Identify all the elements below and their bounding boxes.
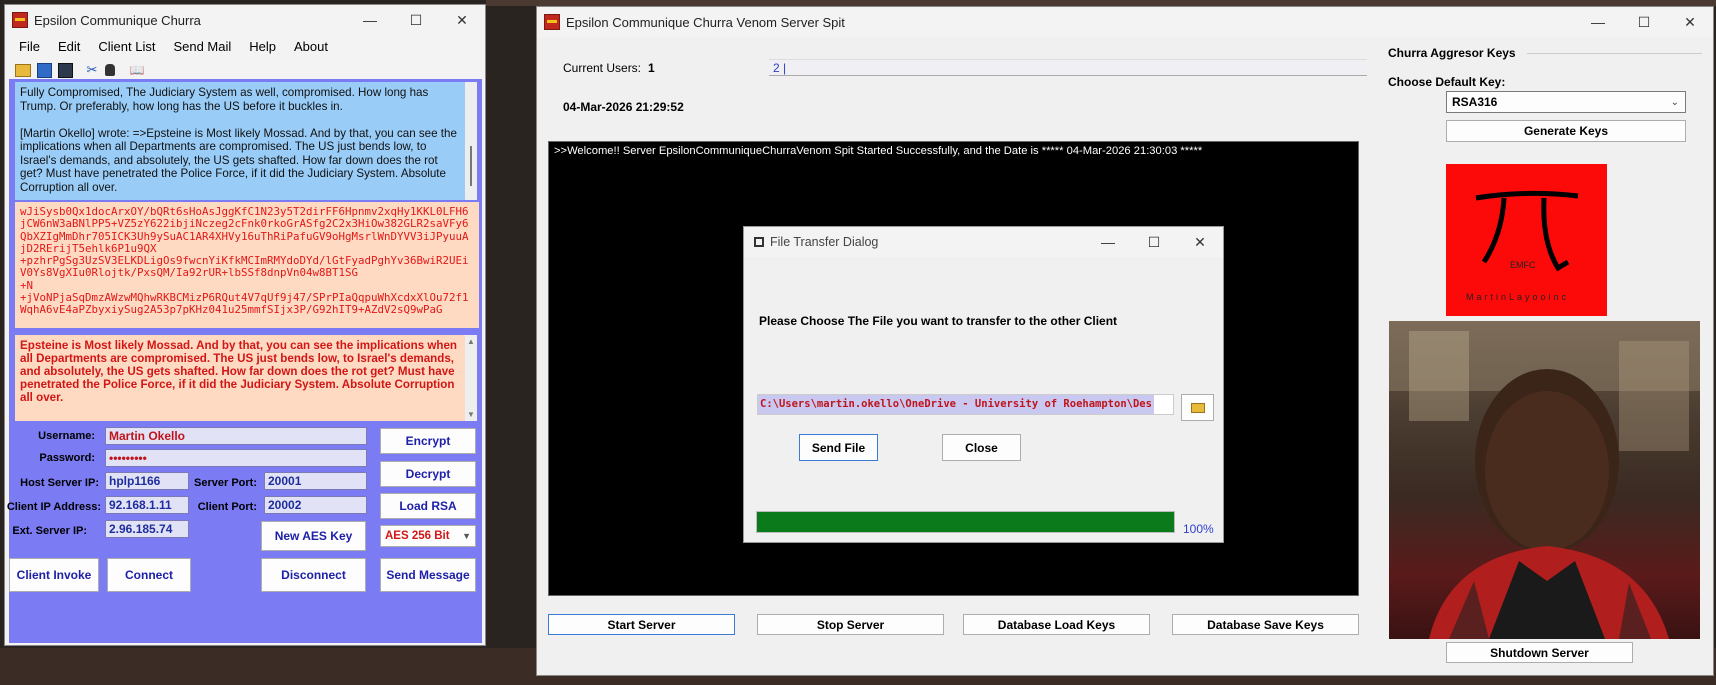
username-field[interactable]: Martin Okello [105,427,367,445]
client-invoke-button[interactable]: Client Invoke [9,558,99,592]
dialog-window-icon [754,237,764,247]
database-load-keys-button[interactable]: Database Load Keys [963,614,1150,635]
load-rsa-button[interactable]: Load RSA [380,493,476,519]
file-path-field[interactable]: C:\Users\martin.okello\OneDrive - Univer… [757,394,1174,415]
host-ip-field[interactable]: hplp1166 [105,472,189,490]
send-file-button[interactable]: Send File [799,434,878,461]
current-users-label: Current Users: [563,61,642,75]
client-ip-field[interactable]: 92.168.1.11 [105,496,189,514]
encrypt-button[interactable]: Encrypt [380,428,476,454]
chevron-down-icon: ▼ [462,531,471,541]
client-port-label: Client Port: [197,501,257,513]
minimize-icon[interactable]: — [1575,7,1621,37]
users-list-text: 2 | [773,61,787,75]
dialog-title: File Transfer Dialog [770,235,879,249]
connect-button[interactable]: Connect [107,558,191,592]
minimize-icon[interactable]: — [1085,227,1131,257]
file-path-text: C:\Users\martin.okello\OneDrive - Univer… [758,395,1154,414]
chevron-down-icon: ⌄ [1670,96,1679,108]
users-list-box[interactable]: 2 | [769,59,1367,76]
menu-help[interactable]: Help [249,39,276,59]
client-toolbar: ✂ 📖 [15,61,145,79]
current-users-count: 1 [648,61,655,75]
console-line: >>Welcome!! Server EpsilonCommuniqueChur… [554,145,1203,157]
person-photo-icon [1389,321,1700,639]
server-title: Epsilon Communique Churra Venom Server S… [566,14,845,30]
close-icon[interactable]: ✕ [439,5,485,35]
server-port-field[interactable]: 20001 [264,472,367,490]
keys-group-line [1527,53,1702,54]
menu-edit[interactable]: Edit [58,39,80,59]
save-all-icon[interactable] [58,62,73,78]
app-icon [544,14,560,30]
disconnect-button[interactable]: Disconnect [261,558,366,592]
client-ip-label: Client IP Address: [6,501,101,513]
aes-bits-value: AES 256 Bit [385,530,450,542]
dialog-prompt: Please Choose The File you want to trans… [759,314,1118,328]
save-icon[interactable] [37,62,52,78]
menu-client-list[interactable]: Client List [98,39,155,59]
decrypt-button[interactable]: Decrypt [380,461,476,487]
chat-scrollbar[interactable] [465,82,477,200]
menu-about[interactable]: About [294,39,328,59]
stop-server-button[interactable]: Stop Server [757,614,944,635]
cipher-text-area[interactable]: wJiSysb0Qx1docArxOY/bQRt6sHoAsJggKfC1N23… [15,202,479,328]
browse-folder-button[interactable] [1181,394,1214,421]
dialog-close-button[interactable]: Close [942,434,1021,461]
default-key-label: Choose Default Key: [1388,75,1506,89]
server-datetime: 04-Mar-2026 21:29:52 [563,100,684,114]
host-ip-label: Host Server IP: [20,477,99,489]
default-key-select[interactable]: RSA316 ⌄ [1446,91,1686,113]
file-transfer-dialog: File Transfer Dialog — ☐ ✕ Please Choose… [743,226,1224,543]
default-key-value: RSA316 [1452,95,1498,109]
client-titlebar: Epsilon Communique Churra — ☐ ✕ [5,5,485,35]
maximize-icon[interactable]: ☐ [1621,7,1667,37]
plaintext-area[interactable]: Epsteine is Most likely Mossad. And by t… [15,335,465,421]
logo-emfc-text: EMFC [1510,260,1536,270]
folder-icon [1190,402,1205,413]
menu-file[interactable]: File [19,39,40,59]
logo-name-text: MartinLayooinc [1466,292,1570,302]
password-label: Password: [39,452,95,464]
client-window: Epsilon Communique Churra — ☐ ✕ File Edi… [4,4,486,646]
shutdown-server-button[interactable]: Shutdown Server [1446,642,1633,663]
progress-fill [757,512,1174,532]
progress-percent-label: 100% [1183,522,1214,536]
send-message-button[interactable]: Send Message [380,558,476,592]
menu-send-mail[interactable]: Send Mail [173,39,231,59]
new-aes-key-button[interactable]: New AES Key [261,521,366,551]
username-label: Username: [38,430,95,442]
keys-heading: Churra Aggresor Keys [1388,46,1516,60]
ext-ip-label: Ext. Server IP: [12,525,87,537]
client-port-field[interactable]: 20002 [264,496,367,514]
aes-bits-select[interactable]: AES 256 Bit ▼ [380,525,476,547]
database-save-keys-button[interactable]: Database Save Keys [1172,614,1359,635]
minimize-icon[interactable]: — [347,5,393,35]
close-icon[interactable]: ✕ [1667,7,1713,37]
ext-ip-field[interactable]: 2.96.185.74 [105,520,189,538]
chat-history[interactable]: Fully Compromised, The Judiciary System … [15,82,465,200]
server-port-label: Server Port: [194,477,257,489]
generate-keys-button[interactable]: Generate Keys [1446,120,1686,142]
close-icon[interactable]: ✕ [1177,227,1223,257]
transfer-progress-bar [756,511,1175,533]
cut-icon[interactable]: ✂ [85,62,99,78]
client-title: Epsilon Communique Churra [34,12,201,28]
dialog-titlebar: File Transfer Dialog — ☐ ✕ [744,227,1223,257]
plaintext-scrollbar[interactable]: ▲ ▼ [465,335,477,421]
maximize-icon[interactable]: ☐ [393,5,439,35]
start-server-button[interactable]: Start Server [548,614,735,635]
user-photo [1389,321,1700,639]
emfc-logo: EMFC MartinLayooinc [1446,164,1607,316]
app-icon [12,12,28,28]
copy-icon[interactable] [105,64,115,76]
password-field[interactable]: ••••••••• [105,449,367,467]
paste-icon[interactable]: 📖 [129,63,145,77]
open-folder-icon[interactable] [15,63,31,77]
maximize-icon[interactable]: ☐ [1131,227,1177,257]
server-titlebar: Epsilon Communique Churra Venom Server S… [537,7,1713,37]
client-menubar: File Edit Client List Send Mail Help Abo… [19,39,346,59]
